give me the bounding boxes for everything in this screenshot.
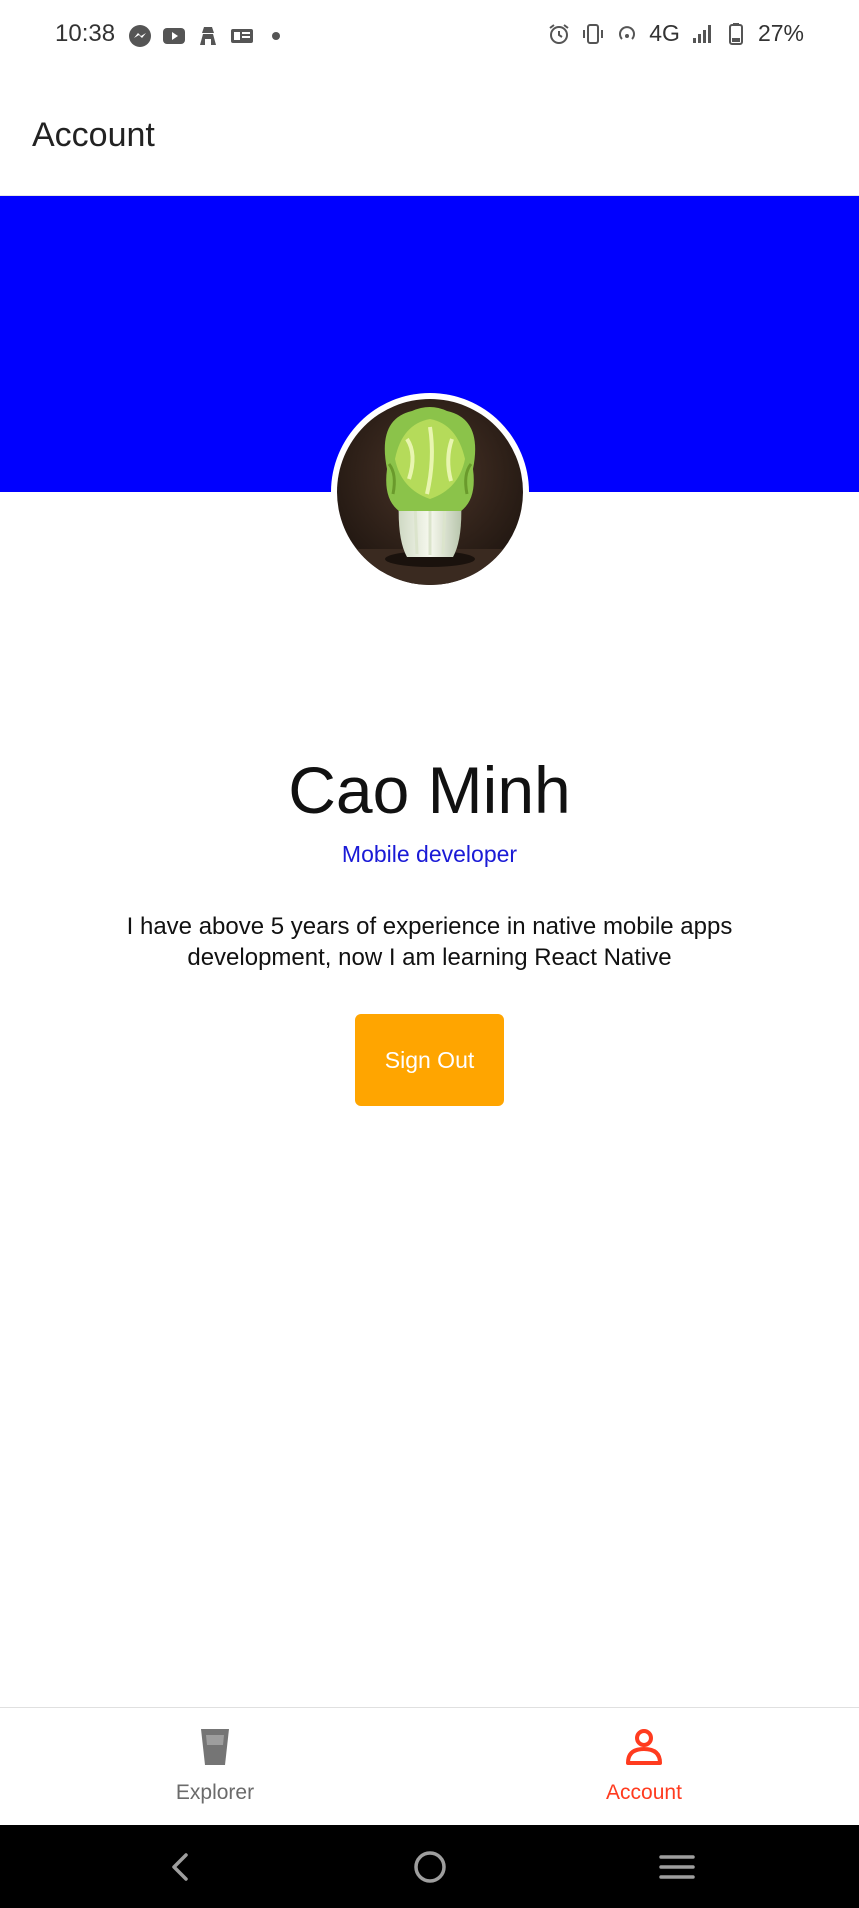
vibrate-icon	[583, 23, 604, 44]
hotspot-icon	[619, 25, 636, 40]
profile-role: Mobile developer	[341, 841, 518, 867]
system-nav-bar	[0, 1825, 859, 1908]
news-icon	[231, 29, 253, 43]
dot-icon	[272, 32, 280, 40]
glass-icon	[201, 1729, 229, 1765]
tab-explorer-label: Explorer	[175, 1781, 255, 1804]
sign-out-button[interactable]: Sign Out	[355, 1014, 504, 1106]
battery-icon	[728, 22, 743, 45]
tab-account[interactable]: Account	[429, 1708, 859, 1826]
alarm-icon	[549, 23, 569, 44]
youtube-icon	[163, 28, 185, 44]
page-title: Account	[32, 116, 155, 154]
app-header: Account	[0, 72, 859, 196]
bottom-tab-bar: Explorer Account	[0, 1707, 859, 1825]
profile-bio: I have above 5 years of experience in na…	[126, 913, 733, 971]
messenger-icon	[129, 25, 151, 47]
status-bar: 10:38 4G 27%	[0, 0, 859, 72]
cabbage-avatar	[337, 399, 523, 585]
signal-icon	[692, 24, 711, 43]
tab-account-label: Account	[606, 1781, 682, 1804]
status-time: 10:38	[55, 20, 116, 47]
tab-explorer[interactable]: Explorer	[0, 1708, 430, 1826]
network-type: 4G	[649, 20, 680, 46]
person-icon	[626, 1729, 662, 1765]
vpn-icon	[200, 27, 216, 45]
battery-level: 27%	[757, 20, 804, 46]
avatar[interactable]	[331, 393, 529, 591]
home-icon[interactable]	[408, 1845, 452, 1889]
system-status: 4G 27%	[547, 20, 804, 47]
recents-icon[interactable]	[655, 1845, 699, 1889]
notification-icons	[128, 22, 288, 50]
back-icon[interactable]	[160, 1845, 204, 1889]
profile-name: Cao Minh	[288, 753, 571, 827]
